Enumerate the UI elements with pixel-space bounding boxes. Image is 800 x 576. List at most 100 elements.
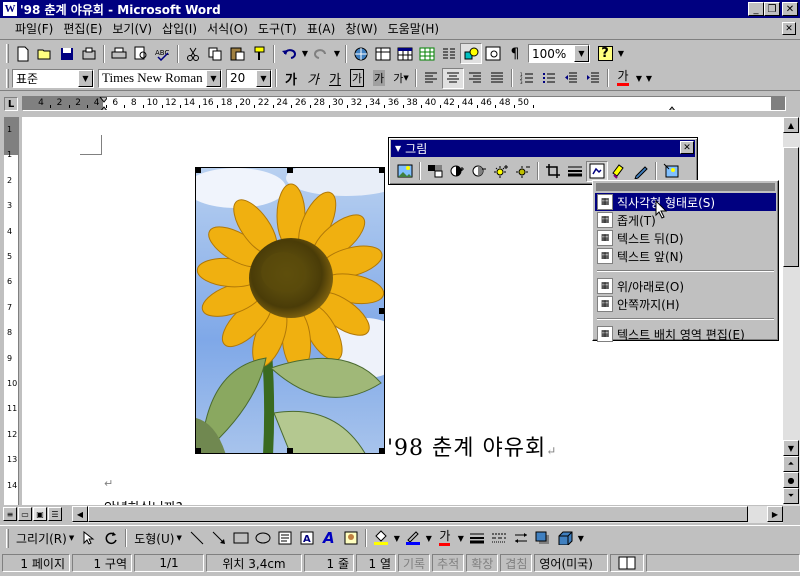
chevron-down-icon[interactable]: ▼ — [78, 69, 93, 87]
chevron-down-icon[interactable]: ▼ — [256, 69, 271, 87]
horizontal-scrollbar[interactable]: ◀ ▶ — [72, 506, 783, 523]
resize-handle-nw[interactable] — [196, 168, 201, 173]
more-contrast-button[interactable] — [446, 161, 468, 182]
resize-handle-n[interactable] — [287, 168, 293, 173]
resize-handle-s[interactable] — [287, 448, 293, 453]
status-rec[interactable]: 기록 — [398, 554, 431, 572]
close-button[interactable]: ✕ — [782, 2, 798, 16]
fill-color-dropdown[interactable]: ▼ — [392, 534, 402, 543]
toolbar-more-dropdown[interactable]: ▼ — [644, 74, 654, 83]
picture-toolbar-titlebar[interactable]: ▼ 그림 ✕ — [391, 140, 695, 157]
arrow-tool-button[interactable] — [208, 528, 230, 549]
undo-dropdown[interactable]: ▼ — [300, 49, 310, 58]
show-hide-button[interactable]: ¶ — [504, 43, 526, 64]
arrow-style-button[interactable] — [510, 528, 532, 549]
toolbar-grip[interactable] — [6, 68, 9, 88]
toolbar-more-dropdown[interactable]: ▼ — [576, 534, 586, 543]
line-color-button[interactable] — [402, 528, 424, 549]
line-style-pic-button[interactable] — [564, 161, 586, 182]
vertical-ruler[interactable]: 1 1 2 3 4 5 6 7 8 9 10 11 12 13 14 — [4, 117, 19, 505]
copy-button[interactable] — [204, 43, 226, 64]
redo-button[interactable] — [310, 43, 332, 64]
status-page-of[interactable]: 1/1 — [134, 554, 204, 572]
menu-tools[interactable]: 도구(T) — [253, 20, 302, 37]
status-ovr[interactable]: 겹침 — [500, 554, 533, 572]
page-layout-view-button[interactable]: ▣ — [33, 507, 47, 521]
wrap-in-front-item[interactable]: ▦ 텍스트 앞(N) — [595, 247, 776, 265]
wrap-behind-text-item[interactable]: ▦ 텍스트 뒤(D) — [595, 229, 776, 247]
picture-toolbar[interactable]: ▼ 그림 ✕ — [388, 137, 698, 185]
title-bar[interactable]: W '98 춘계 야유회 - Microsoft Word _ ❐ ✕ — [0, 0, 800, 18]
draw-menu-button[interactable]: 그리기(R) ▼ — [12, 528, 78, 549]
menu-edit[interactable]: 편집(E) — [58, 20, 107, 37]
paste-button[interactable] — [226, 43, 248, 64]
format-picture-button[interactable] — [608, 161, 630, 182]
set-transparent-color-button[interactable] — [630, 161, 652, 182]
normal-view-button[interactable]: ≡ — [3, 507, 17, 521]
bullets-button[interactable] — [538, 68, 560, 89]
line-tool-button[interactable] — [186, 528, 208, 549]
menu-format[interactable]: 서식(O) — [202, 20, 253, 37]
underline-button[interactable]: 가 — [324, 68, 346, 89]
font-color-button[interactable]: 가 — [612, 68, 634, 89]
text-box-button[interactable] — [274, 528, 296, 549]
align-center-button[interactable] — [442, 67, 464, 89]
document-close-button[interactable]: ✕ — [782, 22, 796, 35]
font-color-dropdown[interactable]: ▼ — [634, 74, 644, 83]
less-contrast-button[interactable] — [468, 161, 490, 182]
edit-wrap-points-item[interactable]: ▦ 텍스트 배치 영역 편집(E) — [595, 325, 776, 343]
oval-tool-button[interactable] — [252, 528, 274, 549]
toolbar-grip[interactable] — [6, 44, 9, 63]
body-text-line[interactable]: 안녕하십니까? — [104, 497, 183, 505]
char-border-button[interactable]: 가 — [346, 68, 368, 89]
print-preview-button[interactable] — [130, 43, 152, 64]
status-trk[interactable]: 추적 — [432, 554, 465, 572]
wordart-a-button[interactable]: A — [318, 528, 340, 549]
free-rotate-button[interactable] — [100, 528, 122, 549]
insert-table-button[interactable] — [394, 43, 416, 64]
spelling-button[interactable]: ABC — [152, 43, 174, 64]
horizontal-ruler[interactable]: 4 2 2 4 6 8 10 12 14 16 18 20 22 24 26 28 30 32 34 36 38 40 42… — [22, 96, 786, 111]
numbering-button[interactable]: 123 — [516, 68, 538, 89]
scroll-up-button[interactable]: ▲ — [783, 117, 799, 133]
wrap-top-bottom-item[interactable]: ▦ 위/아래로(O) — [595, 277, 776, 295]
menu-help[interactable]: 도움말(H) — [383, 20, 445, 37]
insert-excel-button[interactable] — [416, 43, 438, 64]
menu-view[interactable]: 보기(V) — [107, 20, 157, 37]
bold-button[interactable]: 가 — [280, 68, 302, 89]
print-button[interactable] — [108, 43, 130, 64]
line-color-dropdown[interactable]: ▼ — [424, 534, 434, 543]
status-position[interactable]: 위치 3,4cm — [206, 554, 302, 572]
more-brightness-button[interactable] — [490, 161, 512, 182]
autoshapes-menu-button[interactable]: 도형(U) ▼ — [130, 528, 186, 549]
wordart-button[interactable]: A — [296, 528, 318, 549]
cut-button[interactable] — [182, 43, 204, 64]
status-section[interactable]: 1 구역 — [72, 554, 132, 572]
picture-toolbar-close-button[interactable]: ✕ — [680, 141, 694, 154]
outline-view-button[interactable]: ☰ — [48, 507, 62, 521]
vertical-scrollbar[interactable]: ▲ ▼ ⏶ ● ⏷ — [783, 117, 800, 506]
indent-marker-icon[interactable] — [99, 97, 107, 111]
dash-style-button[interactable] — [488, 528, 510, 549]
scroll-down-button[interactable]: ▼ — [783, 440, 799, 456]
status-page[interactable]: 1 페이지 — [2, 554, 70, 572]
office-assistant-button[interactable]: ? — [594, 43, 616, 64]
clip-art-button[interactable] — [340, 528, 362, 549]
redo-dropdown[interactable]: ▼ — [332, 49, 342, 58]
insert-picture-button[interactable] — [394, 161, 416, 182]
style-combo[interactable]: 표준 ▼ — [12, 68, 94, 88]
next-page-button[interactable]: ⏷ — [783, 488, 799, 504]
document-heading[interactable]: '98 춘계 야유회↵ — [387, 430, 557, 462]
online-layout-view-button[interactable]: ▭ — [18, 507, 32, 521]
line-style-button[interactable] — [466, 528, 488, 549]
toolbar-menu-arrow-icon[interactable]: ▼ — [395, 144, 401, 153]
3d-button[interactable] — [554, 528, 576, 549]
resize-handle-e[interactable] — [379, 308, 384, 314]
columns-button[interactable] — [438, 43, 460, 64]
undo-button[interactable] — [278, 43, 300, 64]
scroll-left-button[interactable]: ◀ — [72, 506, 88, 522]
chevron-down-icon[interactable]: ▼ — [206, 69, 221, 87]
less-brightness-button[interactable] — [512, 161, 534, 182]
zoom-combo[interactable]: 100% ▼ — [528, 44, 590, 63]
rectangle-tool-button[interactable] — [230, 528, 252, 549]
